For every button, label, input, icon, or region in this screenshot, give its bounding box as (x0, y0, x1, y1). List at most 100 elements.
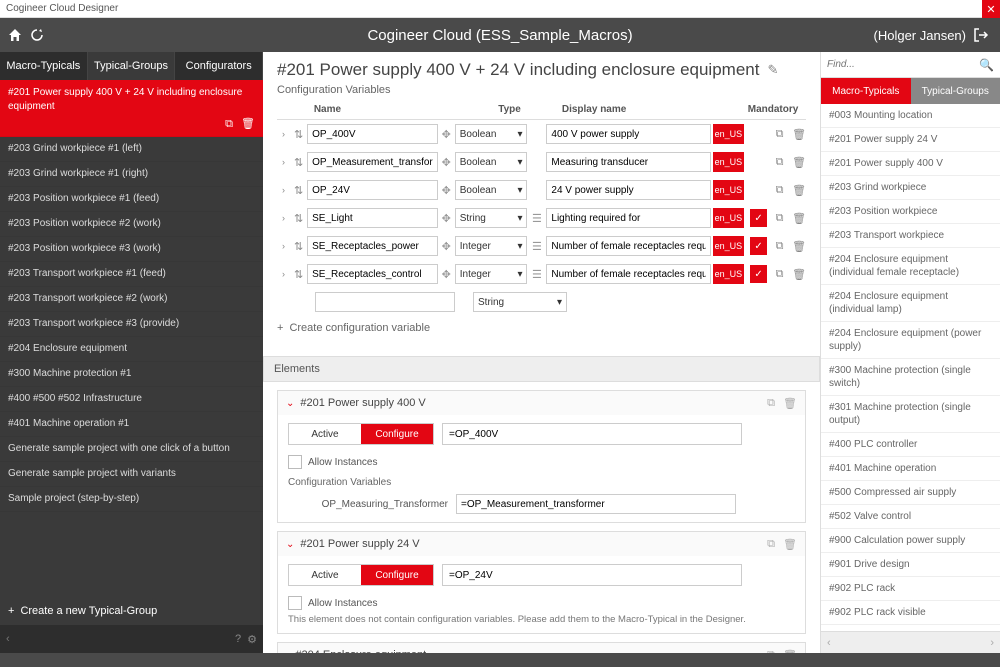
expand-icon[interactable]: › (277, 241, 290, 251)
var-type-select[interactable]: String▾ (455, 208, 528, 228)
language-badge[interactable]: en_US (713, 236, 745, 256)
var-type-select[interactable]: Integer▾ (455, 236, 528, 256)
left-tab-typical-groups[interactable]: Typical-Groups (88, 52, 176, 80)
language-badge[interactable]: en_US (713, 152, 745, 172)
search-icon[interactable]: 🔍 (979, 58, 994, 72)
left-list-item[interactable]: #203 Transport workpiece #1 (feed) (0, 262, 263, 287)
right-tab-typical-groups[interactable]: Typical-Groups (911, 78, 1000, 104)
new-var-type-select[interactable]: String▾ (473, 292, 567, 312)
var-name-input[interactable] (307, 264, 438, 284)
delete-icon[interactable]: 🗑 (792, 212, 806, 225)
copy-icon[interactable]: ⧉ (225, 117, 233, 132)
language-badge[interactable]: en_US (713, 208, 745, 228)
reorder-icon[interactable]: ⇅ (292, 268, 305, 281)
reorder-icon[interactable]: ⇅ (292, 240, 305, 253)
delete-icon[interactable]: 🗑 (792, 184, 806, 197)
right-list-item[interactable]: #401 Machine operation (821, 457, 1000, 481)
edit-title-icon[interactable]: ✎ (767, 62, 778, 78)
copy-icon[interactable]: ⧉ (773, 268, 786, 281)
left-list-item[interactable]: Generate sample project with one click o… (0, 437, 263, 462)
create-typical-group-button[interactable]: + Create a new Typical-Group (0, 597, 263, 625)
nav-prev-icon[interactable]: ‹ (6, 633, 10, 645)
mandatory-checkbox[interactable]: ✓ (750, 237, 767, 255)
move-icon[interactable]: ✥ (440, 268, 453, 281)
window-close-button[interactable]: ✕ (982, 0, 1000, 18)
element-group-header[interactable]: ›#204 Enclosure equipment⧉🗑 (278, 643, 805, 653)
var-type-select[interactable]: Boolean▾ (455, 180, 528, 200)
help-icon[interactable]: ? (235, 633, 241, 646)
var-name-input[interactable] (307, 152, 438, 172)
right-list-item[interactable]: #400 PLC controller (821, 433, 1000, 457)
right-list-item[interactable]: #902 PLC rack visible (821, 601, 1000, 625)
right-list-item[interactable]: #902 PLC rack (821, 577, 1000, 601)
right-list-item[interactable]: #900 Calculation power supply (821, 529, 1000, 553)
var-name-input[interactable] (307, 124, 438, 144)
expand-icon[interactable]: › (277, 185, 290, 195)
left-list-item[interactable]: #204 Enclosure equipment (0, 337, 263, 362)
right-list-item[interactable]: #203 Grind workpiece (821, 176, 1000, 200)
var-display-input[interactable] (546, 236, 710, 256)
expand-icon[interactable]: › (277, 129, 290, 139)
right-list-item[interactable]: #301 Machine protection (single output) (821, 396, 1000, 433)
right-list-item[interactable]: #204 Enclosure equipment (individual fem… (821, 248, 1000, 285)
left-list-item[interactable]: #203 Position workpiece #3 (work) (0, 237, 263, 262)
left-list-item[interactable]: #300 Machine protection #1 (0, 362, 263, 387)
left-tab-macro-typicals[interactable]: Macro-Typicals (0, 52, 88, 80)
copy-icon[interactable]: ⧉ (767, 397, 775, 410)
right-list-item[interactable]: #204 Enclosure equipment (individual lam… (821, 285, 1000, 322)
mandatory-checkbox[interactable]: ✓ (750, 265, 767, 283)
right-list-item[interactable]: #203 Position workpiece (821, 200, 1000, 224)
delete-icon[interactable]: 🗑 (792, 268, 806, 281)
var-display-input[interactable] (546, 124, 710, 144)
left-tab-configurators[interactable]: Configurators (175, 52, 263, 80)
reorder-icon[interactable]: ⇅ (292, 212, 305, 225)
tab-active[interactable]: Active (289, 424, 361, 444)
expand-icon[interactable]: › (277, 269, 290, 279)
left-list-item[interactable]: #203 Grind workpiece #1 (left) (0, 137, 263, 162)
right-list-item[interactable]: #201 Power supply 24 V (821, 128, 1000, 152)
language-badge[interactable]: en_US (713, 264, 745, 284)
right-tab-macro-typicals[interactable]: Macro-Typicals (821, 78, 911, 104)
search-input[interactable] (827, 59, 979, 70)
var-display-input[interactable] (546, 180, 710, 200)
left-list-item[interactable]: Generate sample project with variants (0, 462, 263, 487)
var-name-input[interactable] (307, 180, 438, 200)
delete-icon[interactable]: 🗑 (792, 156, 806, 169)
right-list-item[interactable]: #300 Machine protection (single switch) (821, 359, 1000, 396)
delete-icon[interactable]: 🗑 (792, 128, 806, 141)
left-list-item[interactable]: #203 Grind workpiece #1 (right) (0, 162, 263, 187)
right-list-item[interactable]: #901 Drive design (821, 553, 1000, 577)
mandatory-checkbox[interactable] (750, 153, 767, 171)
move-icon[interactable]: ✥ (440, 156, 453, 169)
element-group-header[interactable]: ⌄#201 Power supply 400 V⧉🗑 (278, 391, 805, 415)
left-list-item[interactable]: #203 Position workpiece #2 (work) (0, 212, 263, 237)
list-icon[interactable]: ☰ (529, 212, 544, 225)
move-icon[interactable]: ✥ (440, 128, 453, 141)
reorder-icon[interactable]: ⇅ (292, 156, 305, 169)
right-list-item[interactable]: #201 Power supply 400 V (821, 152, 1000, 176)
new-var-name-input[interactable] (315, 292, 455, 312)
element-group-header[interactable]: ⌄#201 Power supply 24 V⧉🗑 (278, 532, 805, 556)
var-type-select[interactable]: Boolean▾ (455, 124, 528, 144)
move-icon[interactable]: ✥ (440, 184, 453, 197)
logout-icon[interactable] (972, 26, 990, 44)
left-list-item[interactable]: #400 #500 #502 Infrastructure (0, 387, 263, 412)
mandatory-checkbox[interactable] (750, 181, 767, 199)
delete-icon[interactable]: 🗑 (792, 240, 806, 253)
var-name-input[interactable] (307, 208, 438, 228)
allow-instances-checkbox[interactable] (288, 596, 302, 610)
expand-icon[interactable]: › (277, 157, 290, 167)
language-badge[interactable]: en_US (713, 124, 745, 144)
nav-prev-icon[interactable]: ‹ (827, 637, 831, 649)
mandatory-checkbox[interactable]: ✓ (750, 209, 767, 227)
delete-icon[interactable]: 🗑 (783, 538, 797, 551)
left-list-item[interactable]: #203 Position workpiece #1 (feed) (0, 187, 263, 212)
var-display-input[interactable] (546, 264, 710, 284)
left-list-item[interactable]: Sample project (step-by-step) (0, 487, 263, 512)
copy-icon[interactable]: ⧉ (773, 156, 786, 169)
copy-icon[interactable]: ⧉ (773, 212, 786, 225)
var-type-select[interactable]: Integer▾ (455, 264, 528, 284)
left-list-item[interactable]: #203 Transport workpiece #2 (work) (0, 287, 263, 312)
left-list-item[interactable]: #401 Machine operation #1 (0, 412, 263, 437)
left-list-item[interactable]: #203 Transport workpiece #3 (provide) (0, 312, 263, 337)
